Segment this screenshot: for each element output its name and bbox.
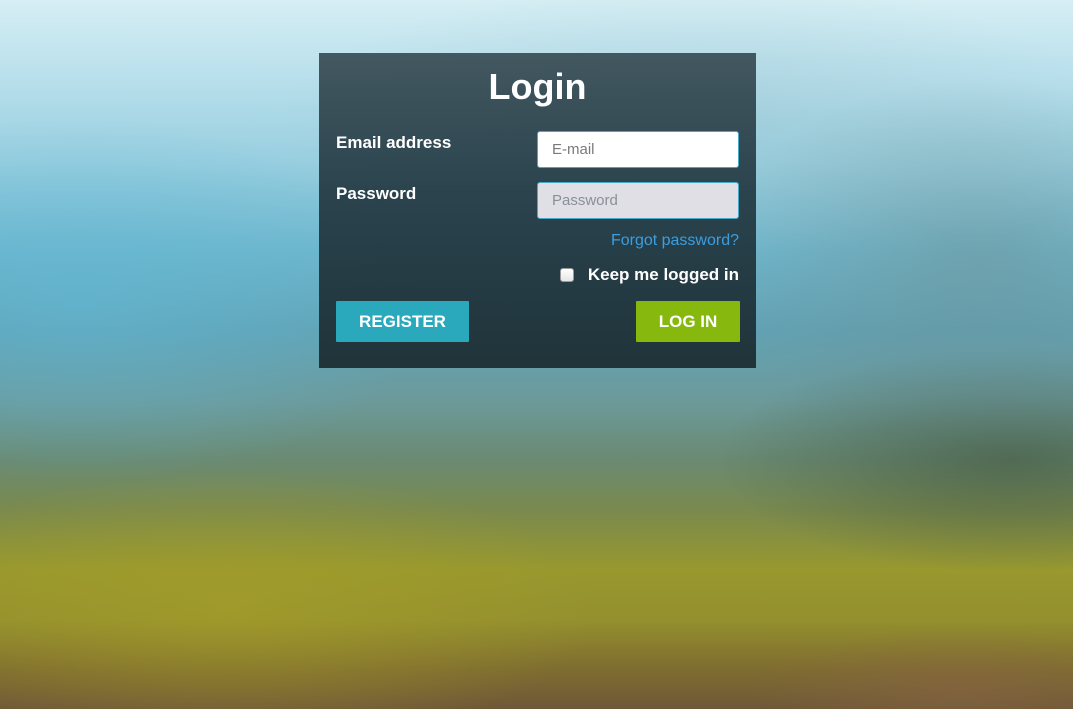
forgot-password-link[interactable]: Forgot password? [611,231,739,251]
register-button[interactable]: REGISTER [336,301,469,342]
password-label: Password [336,184,417,203]
login-panel: Login Email address Password Forgot pass… [319,53,756,368]
email-label: Email address [336,133,452,152]
log-in-button[interactable]: LOG IN [636,301,740,342]
login-page: { "login": { "title": "Login", "email_la… [0,0,1073,709]
keep-logged-in-row: Keep me logged in [559,265,739,285]
keep-logged-in-checkbox[interactable] [559,268,574,282]
email-field[interactable] [537,131,739,168]
page-title: Login [488,66,587,107]
password-field[interactable] [537,182,739,219]
keep-logged-in-label[interactable]: Keep me logged in [588,265,739,285]
